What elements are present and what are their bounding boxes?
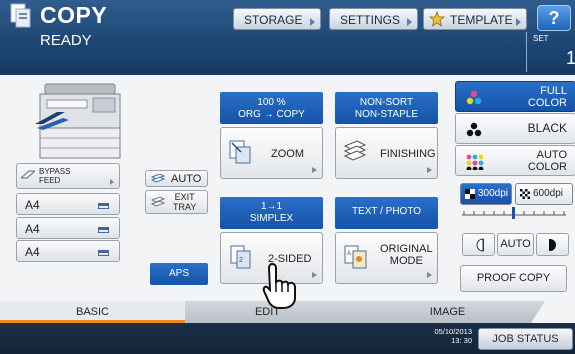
status-message: READY bbox=[40, 32, 92, 49]
tray-2-size: A4 bbox=[25, 222, 40, 236]
bypass-feed-label: BYPASS FEED bbox=[39, 167, 71, 185]
set-divider bbox=[526, 32, 527, 72]
auto-paper-label: AUTO bbox=[171, 173, 202, 185]
darker-icon bbox=[549, 239, 556, 251]
original-mode-icon: A bbox=[344, 245, 367, 269]
auto-color-button[interactable]: AUTO COLOR bbox=[455, 145, 575, 176]
pointer-hand-icon bbox=[262, 262, 296, 309]
app-title: COPY bbox=[40, 2, 108, 28]
auto-color-icon bbox=[466, 154, 484, 170]
density-scale bbox=[462, 207, 566, 219]
full-color-button[interactable]: FULL COLOR bbox=[455, 81, 575, 112]
chevron-right-icon bbox=[427, 167, 432, 173]
original-mode-button[interactable]: A ORIGINAL MODE bbox=[335, 232, 438, 284]
bypass-feed-tray[interactable]: BYPASS FEED bbox=[16, 163, 120, 189]
zoom-label: ZOOM bbox=[271, 148, 304, 160]
paper-level-icon bbox=[98, 227, 109, 233]
paper-level-icon bbox=[98, 250, 109, 256]
finishing-indicator: NON-SORT NON-STAPLE bbox=[335, 92, 438, 124]
zoom-icon bbox=[229, 140, 251, 164]
help-button[interactable]: ? bbox=[537, 5, 571, 31]
finishing-icon bbox=[343, 140, 367, 161]
tray-1-size: A4 bbox=[25, 198, 40, 212]
tab-image[interactable]: IMAGE bbox=[350, 301, 545, 323]
lighter-icon bbox=[476, 238, 484, 252]
tray-3[interactable]: A4 bbox=[16, 240, 120, 262]
two-sided-icon: 2 bbox=[230, 245, 251, 269]
footer-bar: 05/10/2013 13: 30 JOB STATUS bbox=[0, 323, 575, 354]
storage-label: STORAGE bbox=[244, 13, 303, 27]
star-icon bbox=[429, 11, 445, 27]
original-mode-label: ORIGINAL MODE bbox=[380, 243, 433, 267]
chevron-right-icon bbox=[310, 18, 315, 26]
paper-level-icon bbox=[98, 203, 109, 209]
exit-tray-label: EXIT TRAY bbox=[173, 192, 197, 212]
black-label: BLACK bbox=[527, 121, 567, 135]
copy-count: 1 bbox=[566, 48, 575, 68]
chevron-right-icon bbox=[516, 18, 521, 26]
chevron-right-icon bbox=[407, 18, 412, 26]
svg-text:2: 2 bbox=[239, 257, 243, 264]
copy-icon bbox=[10, 3, 31, 28]
chevron-right-icon bbox=[312, 272, 317, 278]
checker-icon bbox=[465, 189, 475, 199]
tray-2[interactable]: A4 bbox=[16, 217, 120, 239]
datetime: 05/10/2013 13: 30 bbox=[420, 327, 472, 345]
settings-label: SETTINGS bbox=[340, 13, 401, 27]
set-label: SET bbox=[533, 34, 549, 43]
finishing-button[interactable]: FINISHING bbox=[335, 127, 438, 179]
full-color-icon bbox=[466, 90, 482, 105]
zoom-button[interactable]: ZOOM bbox=[220, 127, 323, 179]
tray-3-size: A4 bbox=[25, 245, 40, 259]
template-label: TEMPLATE bbox=[450, 13, 513, 27]
tab-basic[interactable]: BASIC bbox=[0, 301, 185, 323]
date-text: 05/10/2013 bbox=[434, 327, 472, 336]
tray-1[interactable]: A4 bbox=[16, 193, 120, 215]
chevron-right-icon bbox=[427, 272, 432, 278]
svg-text:A: A bbox=[347, 251, 351, 257]
copier-illustration bbox=[35, 83, 121, 159]
chevron-right-icon bbox=[312, 167, 317, 173]
density-lighter-button[interactable] bbox=[462, 233, 495, 256]
job-status-label: JOB STATUS bbox=[492, 333, 559, 345]
settings-button[interactable]: SETTINGS bbox=[329, 8, 418, 30]
paper-stack-icon bbox=[151, 174, 165, 183]
storage-button[interactable]: STORAGE bbox=[233, 8, 321, 30]
aps-button[interactable]: APS bbox=[150, 263, 208, 285]
black-button[interactable]: BLACK bbox=[455, 113, 575, 144]
header-bar: COPY READY STORAGE SETTINGS TEMPLATE ? S… bbox=[0, 0, 575, 75]
resolution-600dpi-label: 600dpi bbox=[533, 188, 564, 199]
bypass-tray-icon bbox=[21, 170, 35, 179]
job-status-button[interactable]: JOB STATUS bbox=[478, 328, 573, 350]
density-darker-button[interactable] bbox=[536, 233, 569, 256]
template-button[interactable]: TEMPLATE bbox=[423, 8, 527, 30]
density-auto-button[interactable]: AUTO bbox=[497, 233, 534, 256]
time-text: 13: 30 bbox=[451, 336, 472, 345]
proof-copy-button[interactable]: PROOF COPY bbox=[460, 265, 567, 292]
exit-tray-icon bbox=[151, 197, 165, 207]
black-icon bbox=[466, 122, 482, 137]
finishing-label: FINISHING bbox=[380, 148, 436, 160]
resolution-300dpi-label: 300dpi bbox=[478, 188, 509, 199]
duplex-indicator: 1→1 SIMPLEX bbox=[220, 197, 323, 229]
checker-fine-icon bbox=[520, 189, 530, 199]
exit-tray-button[interactable]: EXIT TRAY bbox=[145, 190, 208, 214]
resolution-600dpi-button[interactable]: 600dpi bbox=[515, 183, 573, 205]
zoom-ratio-indicator: 100 % ORG → COPY bbox=[220, 92, 323, 124]
full-color-label: FULL COLOR bbox=[527, 85, 567, 109]
resolution-300dpi-button[interactable]: 300dpi bbox=[460, 183, 512, 205]
auto-color-label: AUTO COLOR bbox=[527, 149, 567, 173]
auto-paper-button[interactable]: AUTO bbox=[145, 170, 208, 187]
original-mode-indicator: TEXT / PHOTO bbox=[335, 197, 438, 229]
chevron-right-icon bbox=[110, 179, 114, 185]
